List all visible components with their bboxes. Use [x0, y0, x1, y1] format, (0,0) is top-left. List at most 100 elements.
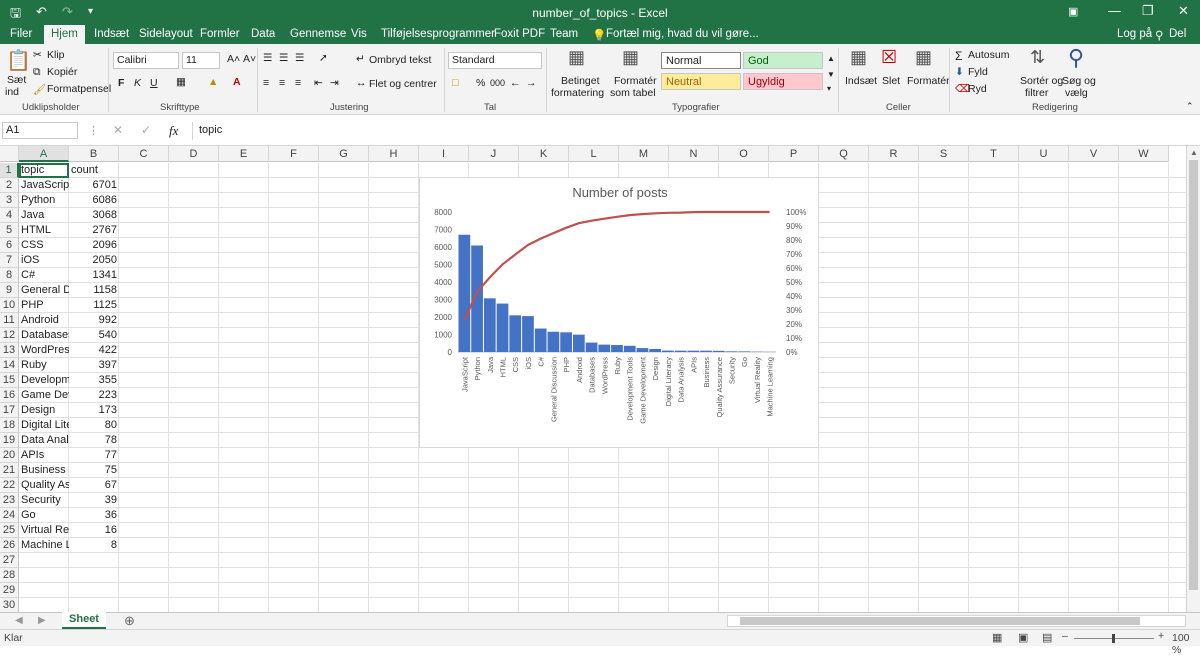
topic-cell[interactable]: Java — [19, 208, 69, 223]
topic-cell[interactable]: Python — [19, 193, 69, 208]
column-header[interactable]: P — [769, 146, 819, 162]
wrap-text-button[interactable]: Ombryd tekst — [369, 54, 431, 66]
topic-cell[interactable]: WordPress — [19, 343, 69, 358]
column-header[interactable]: K — [519, 146, 569, 162]
insert-cells-icon[interactable]: ▦ — [850, 47, 867, 68]
topic-cell[interactable]: Ruby — [19, 358, 69, 373]
topic-cell[interactable]: PHP — [19, 298, 69, 313]
count-cell[interactable]: 6701 — [69, 178, 119, 193]
font-size-select[interactable]: 11 — [182, 52, 220, 69]
topic-cell[interactable]: Digital Lite — [19, 418, 69, 433]
column-header[interactable]: C — [119, 146, 169, 162]
topic-cell[interactable]: Machine L — [19, 538, 69, 553]
maximize-icon[interactable]: ❐ — [1142, 3, 1154, 19]
row-header[interactable]: 9 — [0, 283, 19, 298]
row-header[interactable]: 29 — [0, 583, 19, 598]
sort-filter-button[interactable]: Sortér og — [1020, 75, 1063, 87]
conditional-formatting-button[interactable]: Betinget — [561, 75, 600, 87]
row-header[interactable]: 25 — [0, 523, 19, 538]
column-header[interactable]: M — [619, 146, 669, 162]
decrease-decimal-icon[interactable]: → — [526, 77, 537, 89]
tab-page-layout[interactable]: Sidelayout — [139, 28, 193, 40]
align-center-icon[interactable]: ≡ — [279, 77, 285, 89]
count-cell[interactable]: 397 — [69, 358, 119, 373]
horizontal-scroll-thumb[interactable] — [740, 617, 1140, 625]
format-as-table-button-2[interactable]: som tabel — [610, 87, 656, 99]
paste-button-label[interactable]: Sæt — [7, 74, 26, 86]
tab-insert[interactable]: Indsæt — [94, 28, 129, 40]
topic-cell[interactable]: Android — [19, 313, 69, 328]
cut-icon[interactable]: ✂ — [33, 49, 42, 61]
count-cell[interactable]: 3068 — [69, 208, 119, 223]
count-cell[interactable]: 1341 — [69, 268, 119, 283]
scroll-up-icon[interactable]: ▲ — [1190, 148, 1198, 157]
row-header[interactable]: 4 — [0, 208, 19, 223]
row-header[interactable]: 17 — [0, 403, 19, 418]
tab-review[interactable]: Gennemse — [290, 28, 346, 40]
topic-cell[interactable]: Developme — [19, 373, 69, 388]
column-header[interactable]: L — [569, 146, 619, 162]
find-select-button-2[interactable]: vælg — [1065, 87, 1088, 99]
column-header[interactable]: R — [869, 146, 919, 162]
prev-sheet-icon[interactable]: ◀ — [15, 615, 23, 626]
count-cell[interactable]: 1158 — [69, 283, 119, 298]
format-as-table-icon[interactable]: ▦ — [622, 47, 639, 68]
format-painter-button[interactable]: Formatpensel — [47, 83, 111, 95]
fill-color-icon[interactable]: ▲ — [208, 76, 218, 88]
copy-button[interactable]: Kopiér — [47, 66, 77, 78]
underline-button[interactable]: U — [150, 77, 158, 89]
name-box[interactable]: A1 — [2, 122, 78, 139]
count-cell[interactable]: 2050 — [69, 253, 119, 268]
merge-center-button[interactable]: Flet og centrer — [369, 78, 437, 90]
zoom-level[interactable]: 100 % — [1172, 632, 1200, 656]
row-header[interactable]: 2 — [0, 178, 19, 193]
delete-cells-icon[interactable]: ☒ — [881, 47, 897, 68]
count-cell[interactable]: 992 — [69, 313, 119, 328]
count-cell[interactable]: 2767 — [69, 223, 119, 238]
tab-foxit-pdf[interactable]: Foxit PDF — [494, 28, 545, 40]
row-header[interactable]: 15 — [0, 373, 19, 388]
count-cell[interactable]: 8 — [69, 538, 119, 553]
column-header[interactable]: I — [419, 146, 469, 162]
count-cell[interactable]: 77 — [69, 448, 119, 463]
conditional-formatting-icon[interactable]: ▦ — [568, 47, 585, 68]
column-header[interactable]: F — [269, 146, 319, 162]
indent-increase-icon[interactable]: ⇥ — [330, 77, 339, 89]
zoom-slider[interactable] — [1074, 638, 1154, 639]
column-header[interactable]: O — [719, 146, 769, 162]
row-header[interactable]: 24 — [0, 508, 19, 523]
style-neutral[interactable]: Neutral — [661, 73, 741, 90]
column-header[interactable]: G — [319, 146, 369, 162]
user-icon[interactable]: ⚲ — [1155, 28, 1163, 42]
column-header[interactable]: W — [1119, 146, 1169, 162]
styles-scroll-down-icon[interactable]: ▼ — [827, 70, 835, 79]
indent-decrease-icon[interactable]: ⇤ — [314, 77, 323, 89]
topic-cell[interactable]: Databases — [19, 328, 69, 343]
next-sheet-icon[interactable]: ▶ — [38, 615, 46, 626]
tell-me-search[interactable]: Fortæl mig, hvad du vil gøre... — [606, 28, 759, 40]
align-left-icon[interactable]: ≡ — [263, 77, 269, 89]
select-all-corner[interactable] — [0, 146, 19, 162]
topic-cell[interactable]: Go — [19, 508, 69, 523]
format-painter-icon[interactable]: 🖌 — [33, 83, 46, 96]
tab-file[interactable]: Filer — [10, 28, 32, 40]
column-header[interactable]: D — [169, 146, 219, 162]
row-header[interactable]: 23 — [0, 493, 19, 508]
topic-cell[interactable]: Quality Ass — [19, 478, 69, 493]
fill-button[interactable]: Fyld — [968, 66, 988, 78]
percent-button[interactable]: % — [476, 77, 485, 89]
autosum-icon[interactable]: Σ — [955, 49, 962, 63]
topic-cell[interactable]: JavaScript — [19, 178, 69, 193]
count-cell[interactable]: 16 — [69, 523, 119, 538]
zoom-out-icon[interactable]: – — [1062, 630, 1068, 642]
format-cells-icon[interactable]: ▦ — [915, 47, 932, 68]
count-cell[interactable]: 39 — [69, 493, 119, 508]
count-cell[interactable]: 75 — [69, 463, 119, 478]
horizontal-scrollbar[interactable] — [727, 615, 1186, 627]
column-header[interactable]: B — [69, 146, 119, 162]
row-header[interactable]: 11 — [0, 313, 19, 328]
row-header[interactable]: 26 — [0, 538, 19, 553]
zoom-in-icon[interactable]: + — [1158, 630, 1164, 642]
count-cell[interactable]: 67 — [69, 478, 119, 493]
count-cell[interactable]: 80 — [69, 418, 119, 433]
